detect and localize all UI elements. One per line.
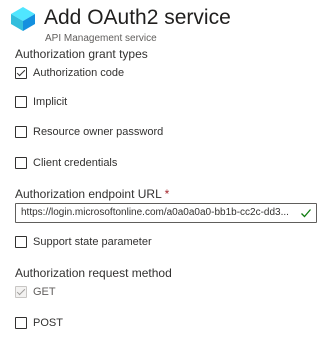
checkmark-icon [301, 209, 311, 218]
grant-authorization-code-checkbox[interactable]: Authorization code [15, 65, 124, 81]
checkbox-label: Authorization code [33, 67, 125, 79]
checkbox-box[interactable] [15, 96, 27, 108]
required-marker: * [164, 187, 170, 201]
add-oauth2-service-panel: Add OAuth2 service API Management servic… [0, 0, 330, 346]
endpoint-url-input[interactable]: https://login.microsoftonline.com/a0a0a0… [15, 203, 317, 223]
checkbox-label: Resource owner password [33, 126, 164, 138]
method-get-checkbox[interactable]: GET [15, 284, 56, 300]
endpoint-url-label: Authorization endpoint URL * [15, 187, 169, 201]
checkbox-label: Support state parameter [33, 236, 152, 248]
checkbox-label: POST [33, 317, 63, 329]
method-post-checkbox[interactable]: POST [15, 315, 63, 331]
checkbox-box[interactable] [15, 126, 27, 138]
support-state-parameter-checkbox[interactable]: Support state parameter [15, 234, 152, 250]
page-subtitle: API Management service [45, 33, 157, 44]
api-management-cloud-icon [11, 7, 35, 31]
checkbox-label: Client credentials [33, 157, 118, 169]
grant-types-label: Authorization grant types [15, 47, 148, 61]
request-method-label: Authorization request method [15, 266, 172, 280]
checkbox-box[interactable] [15, 286, 27, 298]
checkbox-label: GET [33, 286, 56, 298]
grant-resource-owner-password-checkbox[interactable]: Resource owner password [15, 124, 163, 140]
checkbox-box[interactable] [15, 317, 27, 329]
grant-client-credentials-checkbox[interactable]: Client credentials [15, 155, 117, 171]
checkbox-box[interactable] [15, 236, 27, 248]
panel-header: Add OAuth2 service API Management servic… [10, 4, 326, 44]
checkbox-label: Implicit [33, 96, 68, 108]
page-title: Add OAuth2 service [44, 6, 231, 29]
endpoint-url-value[interactable]: https://login.microsoftonline.com/a0a0a0… [21, 206, 297, 220]
endpoint-url-label-text: Authorization endpoint URL [15, 187, 162, 201]
checkbox-box[interactable] [15, 157, 27, 169]
checkbox-box[interactable] [15, 67, 27, 79]
grant-implicit-checkbox[interactable]: Implicit [15, 94, 67, 110]
